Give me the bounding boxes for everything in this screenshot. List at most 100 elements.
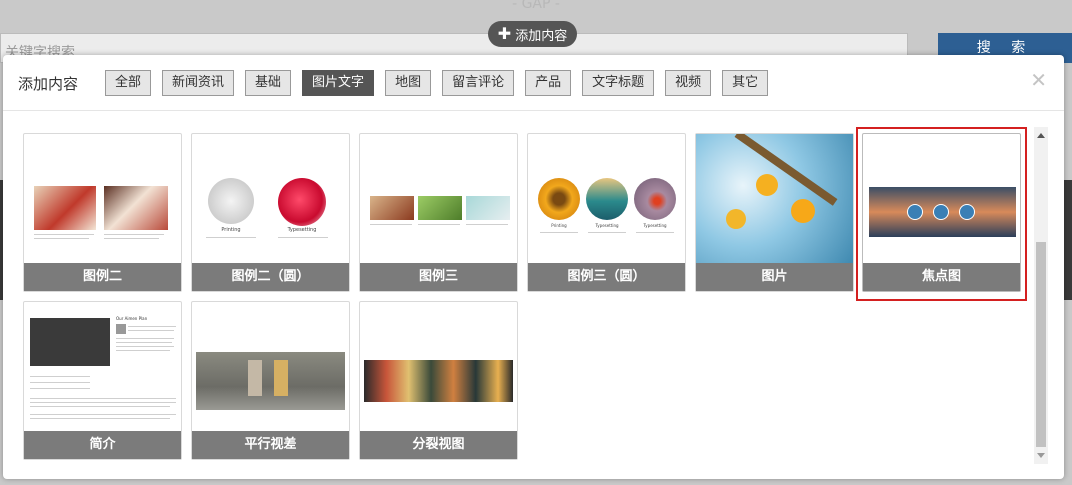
card-example-three-round[interactable]: Printing Typesetting Typesetting 图例三（圆）: [527, 133, 686, 292]
card-introduction[interactable]: Our Aimen Plan 简介: [23, 301, 182, 460]
tab-products[interactable]: 产品: [525, 70, 572, 96]
text-line: [30, 388, 90, 389]
gap-label: - GAP -: [512, 0, 560, 12]
text-line: [30, 414, 176, 415]
tab-video[interactable]: 视频: [665, 70, 712, 96]
desktop-icon: [907, 204, 923, 220]
close-icon[interactable]: ✕: [1030, 68, 1047, 92]
tab-all[interactable]: 全部: [105, 70, 152, 96]
tab-image-text[interactable]: 图片文字: [302, 70, 375, 96]
add-content-button[interactable]: ✚ 添加内容: [488, 21, 577, 47]
round-image: [278, 178, 326, 226]
card-label: 图例二: [24, 263, 181, 291]
card-thumbnail: Printing Typesetting Typesetting: [528, 134, 685, 263]
add-content-modal: 添加内容 全部 新闻资讯 基础 图片文字 地图 留言评论 产品 文字标题 视频 …: [3, 55, 1064, 479]
tablet-icon: [933, 204, 949, 220]
modal-header: 添加内容 全部 新闻资讯 基础 图片文字 地图 留言评论 产品 文字标题 视频 …: [3, 55, 1064, 111]
card-label: 图例三（圆）: [528, 263, 685, 291]
text-line: [104, 234, 164, 235]
card-example-three[interactable]: 图例三: [359, 133, 518, 292]
scroll-thumb[interactable]: [1036, 242, 1046, 447]
text-line: [466, 224, 508, 225]
tab-news[interactable]: 新闻资讯: [162, 70, 235, 96]
thumb-heading: Typesetting: [595, 223, 619, 228]
card-focus-image[interactable]: 焦点图: [862, 133, 1021, 292]
text-line: [128, 326, 176, 327]
card-image[interactable]: 图片: [695, 133, 854, 292]
text-line: [116, 346, 174, 347]
background-edge-right: [1064, 180, 1072, 300]
tab-comments[interactable]: 留言评论: [442, 70, 515, 96]
card-thumbnail: Our Aimen Plan: [24, 302, 181, 431]
text-line: [636, 232, 674, 233]
graffiti-image: [364, 360, 513, 402]
text-line: [370, 224, 412, 225]
person: [248, 360, 262, 396]
card-thumbnail: Printing Typesetting: [192, 134, 349, 263]
tab-basic[interactable]: 基础: [245, 70, 292, 96]
text-line: [540, 232, 578, 233]
text-line: [588, 232, 626, 233]
card-label: 图例三: [360, 263, 517, 291]
card-thumbnail: [360, 302, 517, 431]
tab-map[interactable]: 地图: [385, 70, 432, 96]
category-tabs: 全部 新闻资讯 基础 图片文字 地图 留言评论 产品 文字标题 视频 其它: [105, 70, 779, 96]
card-label: 分裂视图: [360, 431, 517, 459]
text-line: [30, 402, 176, 403]
text-line: [418, 224, 460, 225]
text-line: [128, 330, 174, 331]
card-split-view[interactable]: 分裂视图: [359, 301, 518, 460]
text-line: [30, 398, 176, 399]
tab-text-title[interactable]: 文字标题: [582, 70, 655, 96]
person: [274, 360, 288, 396]
text-line: [116, 350, 170, 351]
thumb-image: [418, 196, 462, 220]
card-thumbnail: [360, 134, 517, 263]
thumb-heading: Typesetting: [643, 223, 667, 228]
avatar: [116, 324, 126, 334]
scroll-down-icon[interactable]: [1037, 453, 1045, 458]
thumb-heading: Printing: [221, 227, 241, 233]
placeholder-image: [30, 318, 110, 366]
add-content-label: 添加内容: [515, 28, 568, 44]
text-line: [30, 382, 90, 383]
card-thumbnail: [696, 134, 853, 263]
flower: [756, 174, 778, 196]
vertical-scrollbar[interactable]: [1034, 127, 1048, 464]
card-thumbnail: [863, 134, 1020, 263]
card-example-two[interactable]: 图例二: [23, 133, 182, 292]
round-image: [208, 178, 254, 224]
text-line: [30, 418, 170, 419]
card-label: 图例二（圆）: [192, 263, 349, 291]
scroll-up-icon[interactable]: [1037, 133, 1045, 138]
plus-icon: ✚: [497, 24, 512, 43]
text-line: [34, 234, 94, 235]
card-parallax[interactable]: 平行视差: [191, 301, 350, 460]
card-thumbnail: [192, 302, 349, 431]
couple-photo: [196, 352, 345, 410]
round-image: [634, 178, 676, 220]
round-image: [538, 178, 580, 220]
mobile-icon: [959, 204, 975, 220]
card-label: 焦点图: [863, 263, 1020, 291]
thumb-image: [370, 196, 414, 220]
card-label: 图片: [696, 263, 853, 291]
card-label: 简介: [24, 431, 181, 459]
text-line: [34, 238, 89, 239]
text-line: [30, 376, 90, 377]
text-line: [278, 237, 328, 238]
thumb-image: [466, 196, 510, 220]
text-line: [116, 338, 174, 339]
card-example-two-round[interactable]: Printing Typesetting 图例二（圆）: [191, 133, 350, 292]
food-image: [34, 186, 96, 230]
thumb-heading: Typesetting: [287, 227, 317, 233]
tab-other[interactable]: 其它: [722, 70, 769, 96]
modal-title: 添加内容: [18, 75, 79, 93]
text-line: [116, 342, 172, 343]
thumb-heading: Printing: [551, 223, 567, 228]
text-line: [30, 406, 170, 407]
card-label: 平行视差: [192, 431, 349, 459]
thumb-heading: Our Aimen Plan: [116, 316, 148, 321]
text-line: [206, 237, 256, 238]
flower: [791, 199, 815, 223]
